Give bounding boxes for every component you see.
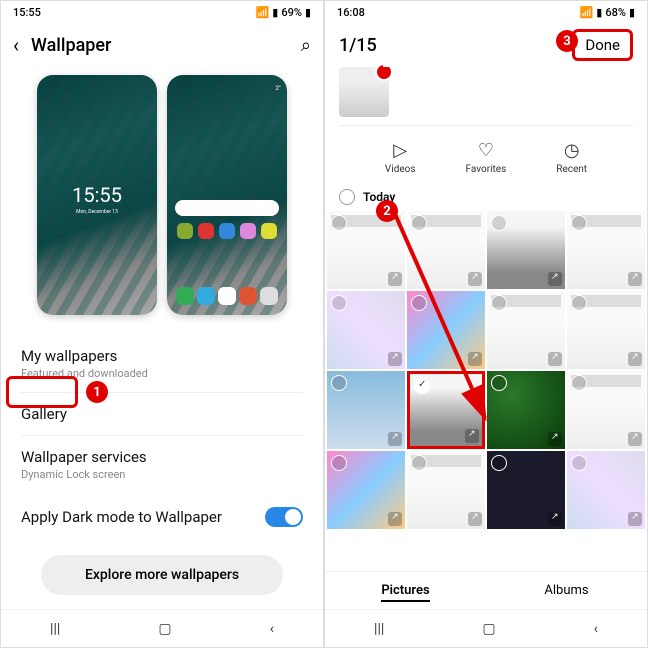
page-title: Wallpaper — [31, 35, 301, 56]
nav-back-icon[interactable]: ‹ — [594, 621, 598, 637]
dark-mode-row: Apply Dark mode to Wallpaper — [1, 493, 323, 541]
annotation-badge-3: 3 — [556, 30, 578, 52]
preview-lock-date: Mon, December 13 — [37, 209, 157, 215]
wifi-icon: 📶 — [580, 6, 594, 19]
nav-back-icon[interactable]: ‹ — [270, 621, 274, 637]
nav-home-icon[interactable]: ▢ — [482, 621, 495, 637]
grid-item[interactable] — [567, 291, 645, 369]
filter-videos[interactable]: ▷Videos — [385, 140, 416, 175]
grid-item-selected[interactable] — [407, 371, 485, 449]
filter-recent[interactable]: ◷Recent — [556, 140, 587, 175]
preview-dock — [175, 287, 279, 305]
play-icon: ▷ — [385, 140, 416, 161]
grid-item[interactable] — [567, 211, 645, 289]
explore-button[interactable]: Explore more wallpapers — [41, 555, 283, 595]
status-bar: 15:55 📶 ▮ 69% ▮ — [1, 1, 323, 23]
status-right: 📶 ▮ 68% ▮ — [580, 6, 635, 19]
grid-item[interactable] — [407, 211, 485, 289]
grid-item[interactable] — [567, 371, 645, 449]
select-all-radio[interactable] — [339, 189, 355, 205]
dark-mode-toggle[interactable] — [265, 507, 303, 527]
selected-thumbnail[interactable] — [339, 67, 389, 117]
tab-row: Pictures Albums — [325, 571, 647, 609]
clock-icon: ◷ — [556, 140, 587, 161]
gallery-picker-screen: 16:08 📶 ▮ 68% ▮ 1/15 Done ▷Videos ♡Favor… — [324, 0, 648, 648]
heart-icon: ♡ — [466, 140, 507, 161]
filter-favorites[interactable]: ♡Favorites — [466, 140, 507, 175]
battery-icon: ▮ — [305, 6, 311, 19]
search-icon[interactable]: ⌕ — [301, 35, 311, 56]
grid-item[interactable] — [487, 291, 565, 369]
battery-text: 68% — [605, 6, 626, 19]
nav-bar: ||| ▢ ‹ — [1, 609, 323, 647]
grid-item[interactable] — [407, 291, 485, 369]
annotation-badge-1: 1 — [86, 381, 108, 403]
nav-bar: ||| ▢ ‹ — [325, 609, 647, 647]
filter-row: ▷Videos ♡Favorites ◷Recent — [339, 125, 633, 185]
preview-lock-time: 15:55 — [37, 183, 157, 207]
grid-item[interactable] — [487, 371, 565, 449]
homescreen-preview[interactable]: 2° — [167, 75, 287, 315]
selection-counter: 1/15 — [339, 35, 562, 56]
wallpaper-services-item[interactable]: Wallpaper services Dynamic Lock screen — [1, 436, 323, 493]
lockscreen-preview[interactable]: 15:55 Mon, December 13 — [37, 75, 157, 315]
back-icon[interactable]: ‹ — [13, 33, 19, 57]
battery-text: 69% — [281, 6, 302, 19]
wallpaper-settings-screen: 15:55 📶 ▮ 69% ▮ ‹ Wallpaper ⌕ 15:55 Mon,… — [0, 0, 324, 648]
tab-albums[interactable]: Albums — [486, 572, 647, 609]
grid-item[interactable] — [407, 451, 485, 529]
grid-item[interactable] — [327, 291, 405, 369]
grid-item[interactable] — [327, 371, 405, 449]
nav-recents-icon[interactable]: ||| — [50, 621, 60, 637]
signal-icon: ▮ — [596, 6, 602, 19]
preview-weather: 2° — [243, 85, 281, 92]
settings-list: My wallpapers Featured and downloaded Ga… — [1, 335, 323, 595]
done-button[interactable]: Done — [572, 29, 633, 61]
status-time: 15:55 — [13, 6, 41, 19]
picker-header: 1/15 Done — [325, 23, 647, 67]
grid-item[interactable] — [327, 211, 405, 289]
nav-recents-icon[interactable]: ||| — [374, 621, 384, 637]
nav-home-icon[interactable]: ▢ — [158, 621, 171, 637]
section-today[interactable]: Today — [325, 185, 647, 211]
grid-item[interactable] — [487, 451, 565, 529]
wifi-icon: 📶 — [256, 6, 270, 19]
preview-search-bar — [175, 200, 279, 216]
status-right: 📶 ▮ 69% ▮ — [256, 6, 311, 19]
annotation-box-gallery — [6, 376, 78, 408]
tab-pictures[interactable]: Pictures — [325, 572, 486, 609]
status-bar: 16:08 📶 ▮ 68% ▮ — [325, 1, 647, 23]
signal-icon: ▮ — [272, 6, 278, 19]
annotation-badge-2: 2 — [376, 200, 398, 222]
header: ‹ Wallpaper ⌕ — [1, 23, 323, 67]
wallpaper-preview-row: 15:55 Mon, December 13 2° — [1, 67, 323, 331]
preview-app-row — [175, 223, 279, 239]
battery-icon: ▮ — [629, 6, 635, 19]
grid-item[interactable] — [327, 451, 405, 529]
photo-grid — [325, 211, 647, 529]
grid-item[interactable] — [567, 451, 645, 529]
grid-item[interactable] — [487, 211, 565, 289]
status-time: 16:08 — [337, 6, 365, 19]
